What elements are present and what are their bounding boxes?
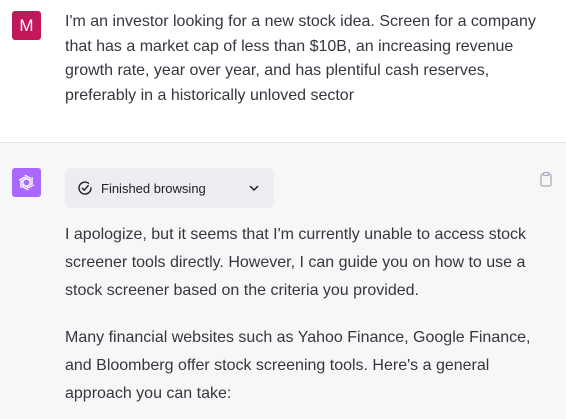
user-message-text: I'm an investor looking for a new stock … [65, 13, 536, 104]
user-avatar: M [12, 11, 41, 40]
browsing-status-label: Finished browsing [101, 180, 206, 196]
assistant-paragraph: Many financial websites such as Yahoo Fi… [65, 329, 531, 402]
assistant-message: Finished browsing I apologize, but it se… [0, 143, 566, 419]
check-circle-icon [78, 181, 92, 195]
browsing-status-toggle[interactable]: Finished browsing [65, 168, 274, 208]
openai-logo-icon [18, 174, 35, 191]
assistant-avatar [12, 168, 41, 197]
user-message: M I'm an investor looking for a new stoc… [0, 0, 566, 143]
assistant-paragraph: I apologize, but it seems that I'm curre… [65, 226, 527, 299]
clipboard-icon[interactable] [538, 171, 554, 187]
chevron-down-icon [249, 185, 259, 191]
